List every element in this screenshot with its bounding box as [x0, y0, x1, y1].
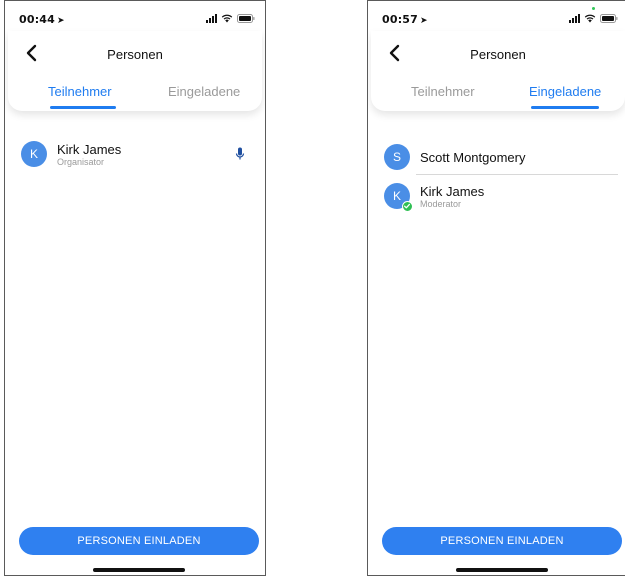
header-card: Personen Teilnehmer Eingeladene [371, 31, 625, 111]
invite-people-button[interactable]: PERSONEN EINLADEN [382, 527, 622, 555]
wifi-icon [221, 14, 233, 23]
tab-participants[interactable]: Teilnehmer [411, 84, 475, 99]
invitee-role: Moderator [420, 199, 462, 209]
invitee-name: Scott Montgomery [420, 150, 526, 165]
signal-icon [206, 13, 217, 23]
time-label: 00:44 [19, 13, 56, 26]
home-indicator [456, 568, 548, 572]
participant-name: Kirk James [57, 142, 122, 157]
location-arrow-icon: ➤ [57, 16, 65, 26]
header-card: Personen Teilnehmer Eingeladene [8, 31, 262, 111]
phone-screen-invited: 00:57 ➤ Personen Teilnehmer Eingeladene S… [367, 0, 625, 576]
invitee-name: Kirk James [420, 184, 485, 199]
status-time: 00:44 ➤ [19, 13, 65, 26]
active-tab-indicator [50, 106, 116, 109]
row-divider [416, 174, 618, 175]
mic-active-indicator [592, 7, 595, 10]
home-indicator [93, 568, 185, 572]
tab-invited[interactable]: Eingeladene [529, 84, 601, 99]
invited-row[interactable]: S Scott Montgomery [384, 142, 616, 178]
participant-row[interactable]: K Kirk James Organisator [21, 139, 253, 175]
location-arrow-icon: ➤ [420, 16, 428, 26]
active-tab-indicator [531, 106, 599, 109]
check-badge-icon [402, 201, 413, 212]
page-title: Personen [107, 47, 163, 62]
avatar: S [384, 144, 410, 170]
status-time: 00:57 ➤ [382, 13, 428, 26]
battery-icon [600, 13, 618, 23]
battery-icon [237, 13, 255, 23]
invited-row[interactable]: K Kirk James Moderator [384, 181, 616, 217]
time-label: 00:57 [382, 13, 419, 26]
status-bar: 00:44 ➤ [5, 1, 265, 35]
tab-invited[interactable]: Eingeladene [168, 84, 240, 99]
wifi-icon [584, 14, 596, 23]
page-title: Personen [470, 47, 526, 62]
participant-role: Organisator [57, 157, 105, 167]
invite-people-button[interactable]: PERSONEN EINLADEN [19, 527, 259, 555]
status-bar: 00:57 ➤ [368, 1, 625, 35]
tab-participants[interactable]: Teilnehmer [48, 84, 112, 99]
signal-icon [569, 13, 580, 23]
avatar: K [21, 141, 47, 167]
phone-screen-participants: 00:44 ➤ Personen Teilnehmer Eingeladene K… [4, 0, 266, 576]
microphone-icon[interactable] [235, 147, 245, 161]
